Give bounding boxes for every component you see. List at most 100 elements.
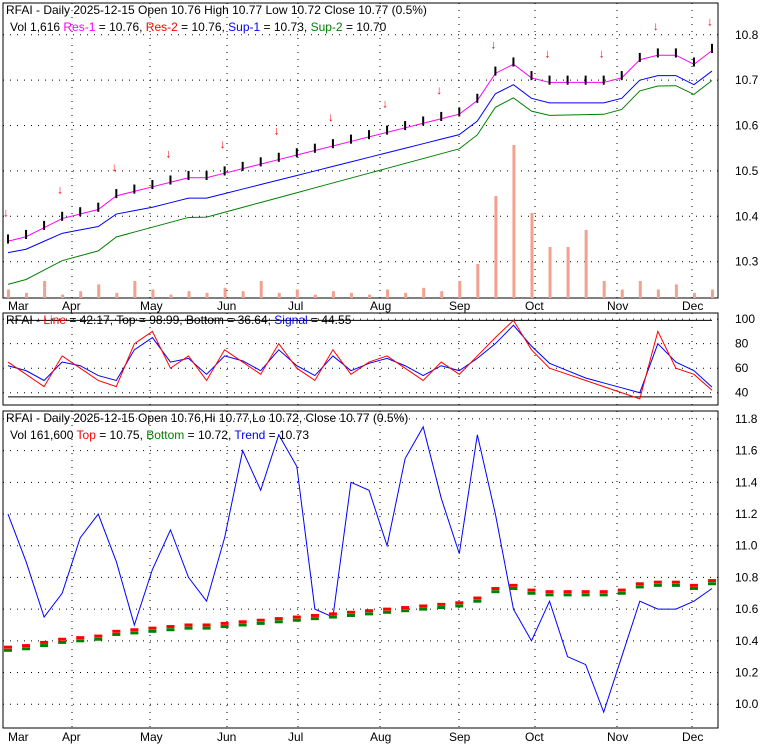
volume-bar [331,291,335,298]
month-label: Apr [62,299,81,313]
sell-arrow-icon: ↓ [436,83,442,97]
y-tick-label: 10.8 [735,570,759,584]
month-label: Oct [525,730,544,744]
y-tick-label: 10.6 [735,119,759,133]
y-tick-label: 10.7 [735,73,759,87]
month-label: May [140,730,163,744]
volume-bar [422,287,426,298]
sell-arrow-icon: ↓ [3,205,9,219]
y-tick-label: 11.4 [735,475,758,489]
month-label: Jun [217,299,236,313]
volume-bar [169,294,173,298]
volume-bar [349,292,353,298]
y-tick-label: 10.6 [735,602,759,616]
volume-bar [7,289,10,298]
volume-bar [404,292,408,298]
volume-bar [638,281,642,298]
y-tick-label: 10.3 [735,255,759,269]
volume-bar [295,289,299,298]
month-label: Mar [8,730,29,744]
y-tick-label: 11.2 [735,507,758,521]
price-title: RFAI - Daily 2025-12-15 Open 10.76 High … [6,3,427,17]
month-label: Jul [288,299,303,313]
volume-bar [187,291,191,298]
month-label: Apr [62,730,81,744]
month-label: Oct [525,299,544,313]
month-label: Nov [607,730,628,744]
volume-bar [530,213,534,298]
oscillator-panel: 100 80 60 40 RFAI - Line = 42.17, Top = 98.… [2,312,755,406]
volume-bar [458,281,462,298]
y-tick-label: 80 [735,337,749,351]
volume-bar [674,284,678,298]
month-label: Jul [288,730,303,744]
volume-bar [259,281,263,298]
volume-bar [386,289,390,298]
price-legend: Vol 1,616 Res-1 = 10.76, Res-2 = 10.76, … [10,20,387,34]
y-tick-label: 100 [735,312,755,326]
y-tick-label: 10.0 [735,697,759,711]
volume-bar [494,196,498,298]
sell-arrow-icon: ↓ [382,96,388,110]
trend-legend: Vol 161,600 Top = 10.75, Bottom = 10.72,… [10,428,309,442]
volume-bar [620,289,624,298]
volume-bar [368,294,372,298]
volume-bar [566,247,570,298]
y-tick-label: 10.8 [735,28,759,42]
res1-line [7,50,713,242]
sell-arrow-icon: ↓ [220,137,226,151]
y-tick-label: 10.4 [735,209,759,223]
volume-bar [115,292,119,298]
trend-line [7,425,713,714]
sell-arrow-icon: ↓ [57,183,63,197]
volume-bar [133,281,137,298]
volume-bar [602,281,606,298]
month-label: Aug [370,730,391,744]
price-panel: ↓ ↓ ↓ ↓ ↓ ↓ ↓ ↓ ↓ ↓ ↓ ↓ ↓ ↓ 10.8 10.7 10.6 10.5 10.4 10.3 R… [2,2,759,299]
volume-bar [313,294,317,298]
month-label: Sep [449,299,471,313]
month-label: Jun [217,730,236,744]
volume-bar [241,291,245,298]
volume-bar [476,264,480,298]
month-label: Mar [8,299,29,313]
month-label: Dec [682,299,703,313]
sell-arrow-icon: ↓ [599,46,605,60]
y-tick-label: 10.4 [735,634,759,648]
sell-arrow-icon: ↓ [165,146,171,160]
volume-bar [440,291,444,298]
sell-arrow-icon: ↓ [274,124,280,138]
sell-arrow-icon: ↓ [707,15,713,29]
month-label: Dec [682,730,703,744]
y-tick-label: 11.8 [735,412,758,426]
volume-bar [656,289,660,298]
y-tick-label: 40 [735,386,749,400]
volume-bar [205,292,209,298]
volume-bar [512,145,516,298]
y-tick-label: 11.6 [735,444,758,458]
volume-bar [548,247,552,298]
volume-bar [711,289,714,298]
oscillator-legend: RFAI - Line = 42.17, Top = 98.99, Bottom… [6,313,352,327]
month-label: Sep [449,730,471,744]
volume-bar [584,230,588,298]
y-tick-label: 60 [735,361,749,375]
volume-bar [79,291,83,298]
volume-bar [61,294,65,298]
volume-bar [223,287,227,298]
month-label: May [140,299,163,313]
month-label: Nov [607,299,628,313]
stock-chart: ↓ ↓ ↓ ↓ ↓ ↓ ↓ ↓ ↓ ↓ ↓ ↓ ↓ ↓ 10.8 10.7 10.6 10.5 10.4 10.3 R… [2,2,759,744]
month-label: Aug [370,299,391,313]
volume-bar [43,281,47,298]
trend-panel: 11.8 11.6 11.4 11.2 11.0 10.8 10.6 10.4 10.2 10.0… [2,410,759,729]
signal-line [7,324,713,394]
volume-bar [692,292,696,298]
sell-arrow-icon: ↓ [653,19,659,33]
y-tick-label: 10.5 [735,164,759,178]
y-tick-label: 10.2 [735,666,759,680]
volume-bar [151,289,155,298]
sell-arrow-icon: ↓ [490,37,496,51]
y-tick-label: 11.0 [735,539,758,553]
sell-arrow-icon: ↓ [111,160,117,174]
